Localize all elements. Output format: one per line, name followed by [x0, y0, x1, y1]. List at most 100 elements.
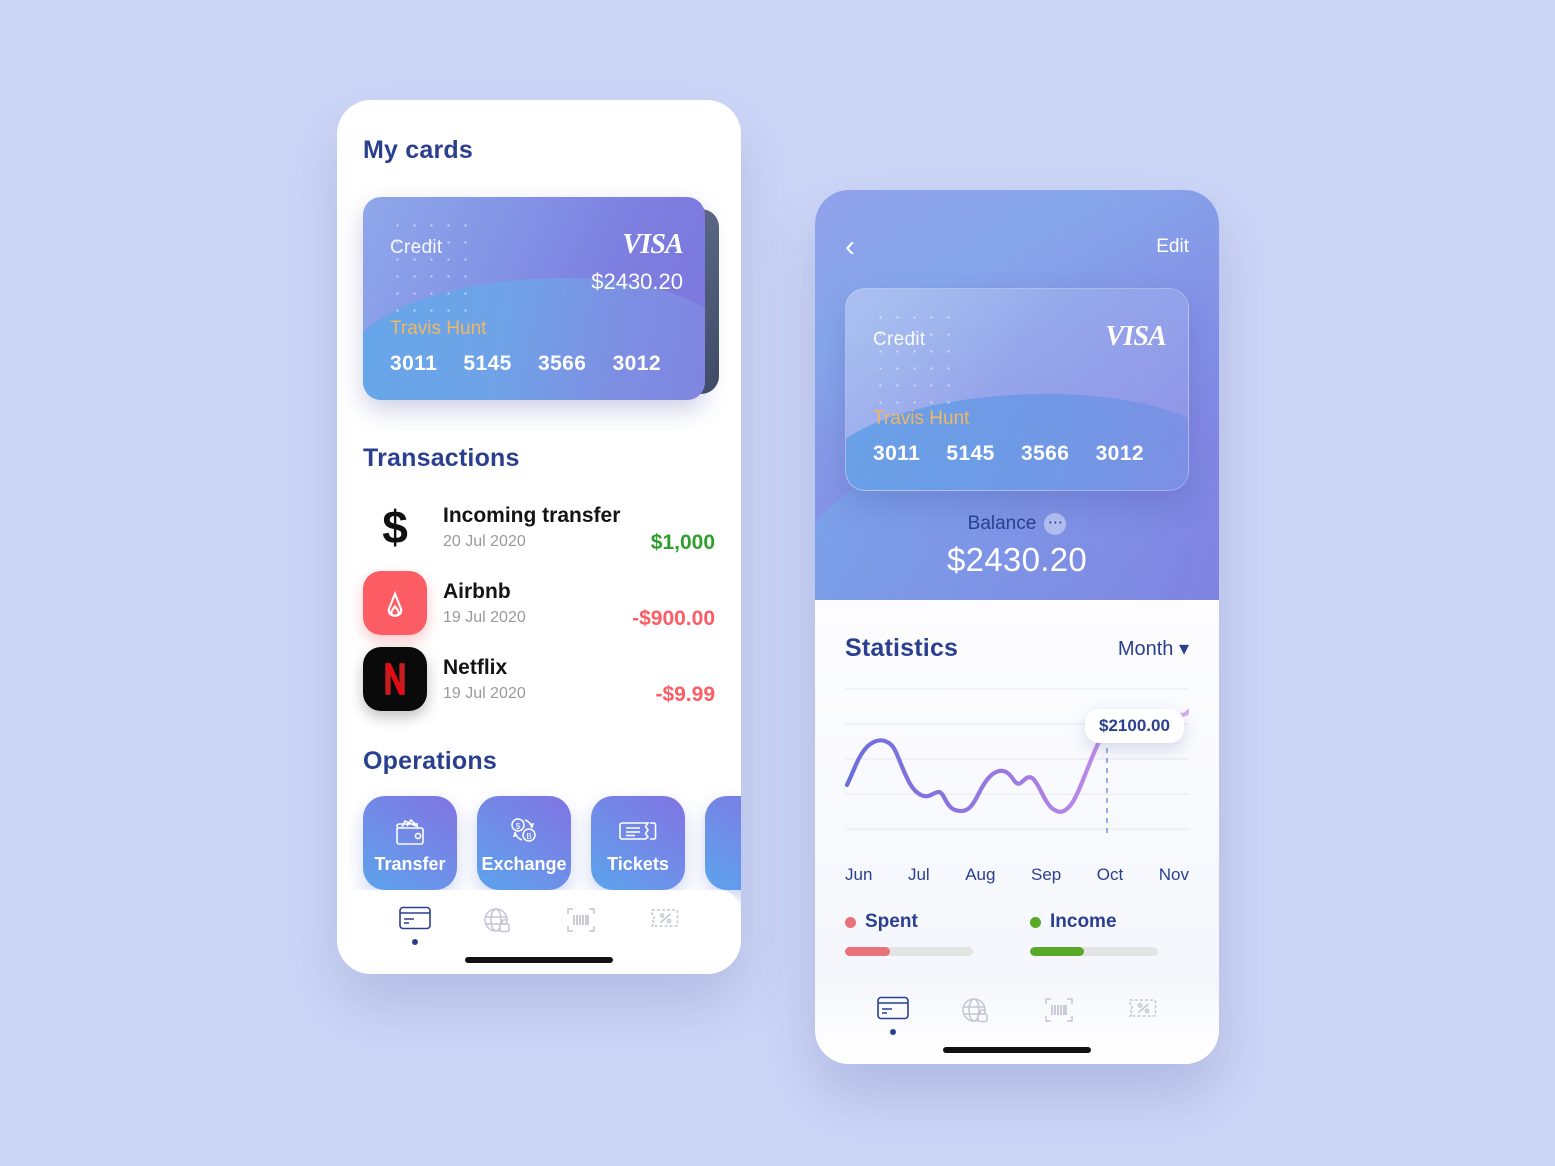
discount-ticket-icon: [649, 909, 678, 927]
card-number-group: 3012: [1095, 442, 1144, 465]
visa-logo: VISA: [622, 229, 683, 260]
dollar-icon: $: [382, 501, 408, 553]
table-row[interactable]: Netflix 19 Jul 2020 -$9.99: [363, 641, 715, 717]
nav-item-cards[interactable]: [388, 906, 442, 945]
table-row[interactable]: Airbnb 19 Jul 2020 -$900.00: [363, 565, 715, 641]
nav-item-scan[interactable]: [554, 906, 608, 934]
operation-label: Transfer: [374, 853, 446, 874]
card-number-group: 3011: [390, 352, 438, 375]
statistics-header: Statistics Month ▾: [815, 600, 1219, 663]
progress-track-income: [1030, 947, 1158, 956]
card-holder-name: Travis Hunt: [390, 318, 487, 339]
balance-label: Balance: [967, 513, 1037, 534]
card-number: 3011 5145 3566 3012: [873, 442, 1144, 466]
netflix-icon: [363, 647, 427, 711]
nav-item-offers[interactable]: [1115, 996, 1169, 1020]
dot-grid-decoration: [389, 217, 469, 313]
wallet-icon: [391, 812, 429, 850]
airbnb-icon: [363, 571, 427, 635]
transaction-amount: $1,000: [650, 531, 715, 554]
axis-tick-label: Sep: [1031, 865, 1062, 884]
barcode-scan-icon: [1044, 998, 1073, 1022]
section-title-statistics: Statistics: [845, 634, 959, 662]
balance-amount: $2430.20: [946, 541, 1088, 578]
nav-item-global[interactable]: [471, 906, 525, 936]
operation-transfer[interactable]: Transfer: [363, 796, 457, 890]
credit-card-icon: [398, 906, 431, 930]
chevron-left-icon[interactable]: ‹: [845, 232, 855, 262]
edit-button[interactable]: Edit: [1156, 236, 1189, 258]
discount-ticket-icon: [1127, 999, 1156, 1017]
svg-text:B: B: [526, 832, 531, 841]
card-type-label: Credit: [873, 329, 926, 350]
legend-label: Income: [1050, 911, 1117, 932]
progress-track-spent: [845, 947, 973, 956]
nav-item-offers[interactable]: [637, 906, 691, 930]
operation-label: Tickets: [607, 853, 669, 874]
transaction-info: Netflix 19 Jul 2020: [443, 656, 655, 703]
glass-credit-card[interactable]: Credit VISA Travis Hunt 3011 5145 3566 3…: [845, 288, 1189, 491]
home-indicator: [465, 957, 613, 963]
legend-label-row: Spent: [845, 911, 1004, 933]
transaction-date: 19 Jul 2020: [443, 684, 526, 702]
transaction-name: Airbnb: [443, 579, 511, 603]
table-row[interactable]: $ Incoming transfer 20 Jul 2020 $1,000: [363, 489, 715, 565]
nav-item-scan[interactable]: [1032, 996, 1086, 1024]
detail-header: ‹ Edit: [815, 190, 1219, 262]
svg-text:$: $: [516, 822, 521, 831]
progress-fill-spent: [845, 947, 890, 956]
currency-exchange-icon: $ B: [505, 812, 543, 850]
axis-tick-label: Jun: [845, 865, 873, 884]
nav-item-global[interactable]: [949, 996, 1003, 1026]
transaction-info: Airbnb 19 Jul 2020: [443, 580, 632, 627]
transaction-name: Incoming transfer: [443, 503, 621, 527]
card-number-group: 3566: [1021, 442, 1070, 465]
legend-bullet-spent: [845, 916, 856, 928]
legend-item-income: Income: [1030, 911, 1189, 956]
axis-tick-label: Oct: [1096, 865, 1124, 884]
transaction-amount: -$9.99: [655, 683, 715, 706]
nav-item-cards[interactable]: [866, 996, 920, 1035]
card-number-group: 5145: [463, 352, 512, 375]
transaction-info: Incoming transfer 20 Jul 2020: [443, 504, 651, 551]
credit-card[interactable]: Credit VISA $2430.20 Travis Hunt 3011 51…: [363, 197, 705, 400]
card-number-group: 3566: [538, 352, 587, 375]
legend-label: Spent: [865, 911, 918, 932]
card-type-label: Credit: [390, 237, 443, 258]
section-title-operations: Operations: [363, 747, 497, 775]
card-number-group: 5145: [946, 442, 995, 465]
section-title-transactions: Transactions: [363, 444, 520, 472]
nav-active-dot: [889, 1029, 896, 1035]
operation-label: Exchange: [481, 853, 567, 874]
globe-lock-icon: [483, 908, 510, 933]
credit-card-icon: [876, 996, 909, 1020]
chart-x-axis-labels: Jun Jul Aug Sep Oct Nov: [845, 865, 1189, 885]
transaction-name: Netflix: [443, 655, 508, 679]
detail-hero: ‹ Edit Credit VISA Travis Hunt 3011 5145…: [815, 190, 1219, 600]
legend-label-row: Income: [1030, 911, 1189, 933]
phone-screen-cards: My cards Credit VISA $2430.20 Travis Hun…: [337, 100, 741, 974]
legend-item-spent: Spent: [845, 911, 1004, 956]
chart-tooltip: $2100.00: [1085, 709, 1184, 743]
axis-tick-label: Nov: [1158, 865, 1189, 884]
ellipsis-icon[interactable]: ⋯: [1044, 513, 1067, 535]
card-stack: Credit VISA $2430.20 Travis Hunt 3011 51…: [363, 197, 719, 400]
operation-partial[interactable]: [705, 796, 741, 890]
operation-tickets[interactable]: Tickets: [591, 796, 685, 890]
card-number-group: 3011: [873, 442, 921, 465]
app-stage: My cards Credit VISA $2430.20 Travis Hun…: [0, 0, 1555, 1166]
chart-legend: Spent Income: [845, 911, 1189, 956]
period-selector[interactable]: Month ▾: [1118, 636, 1189, 661]
phone-screen-card-detail: ‹ Edit Credit VISA Travis Hunt 3011 5145…: [815, 190, 1219, 1064]
line-chart-svg: [845, 688, 1189, 833]
dot-grid-decoration: [872, 309, 952, 405]
axis-tick-label: Aug: [965, 865, 996, 884]
home-indicator: [943, 1047, 1091, 1053]
barcode-scan-icon: [566, 908, 595, 932]
statistics-chart[interactable]: $2100.00: [845, 681, 1189, 857]
page-title-my-cards: My cards: [363, 136, 473, 164]
nav-active-dot: [411, 939, 418, 945]
card-number-group: 3012: [612, 352, 661, 375]
operation-exchange[interactable]: $ B Exchange: [477, 796, 571, 890]
globe-lock-icon: [961, 998, 988, 1023]
